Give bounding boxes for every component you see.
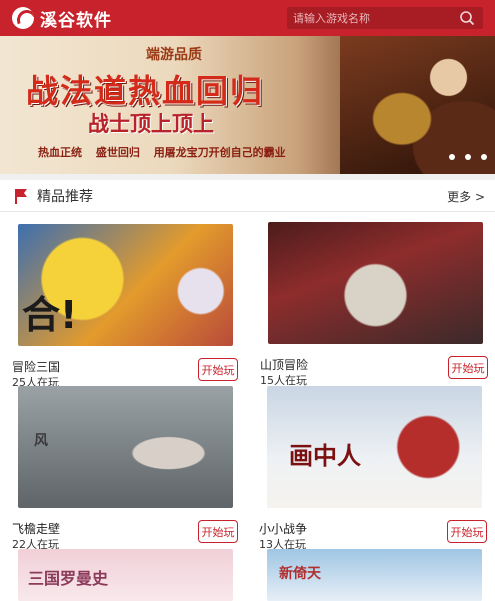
game-thumbnail[interactable] [268,222,483,344]
logo-icon [12,7,34,29]
banner-tag: 盛世回归 [95,146,140,159]
banner-subtitle: 战士顶上顶上 [88,112,214,136]
brand-name: 溪谷软件 [40,10,112,31]
thumbnail-text: 合! [22,293,78,337]
game-thumbnail[interactable]: 画中人 [267,386,482,508]
flag-icon [15,188,27,204]
start-play-button[interactable]: 开始玩 [198,520,238,543]
slide-dot[interactable] [465,154,471,160]
banner-tag: 热血正统 [38,146,82,159]
game-grid: 合! 冒险三国 25人在玩 开始玩 山顶冒险 15人在玩 开始玩 风 飞檐走壁 … [0,212,495,601]
game-name[interactable]: 飞檐走壁 [12,520,60,537]
start-play-button[interactable]: 开始玩 [447,520,487,543]
slide-dot[interactable] [449,154,455,160]
game-card[interactable]: 合! 冒险三国 25人在玩 开始玩 [12,224,238,389]
thumbnail-text: 画中人 [289,442,361,470]
search-icon[interactable] [459,10,475,26]
game-name[interactable]: 山顶冒险 [260,356,308,373]
game-name[interactable]: 小小战争 [259,520,307,537]
banner-title: 战法道热血回归 [26,72,265,110]
thumbnail-text: 三国罗曼史 [28,569,109,588]
game-card[interactable]: 山顶冒险 15人在玩 开始玩 [260,222,488,387]
more-link[interactable]: 更多 > [447,188,485,205]
search-box[interactable] [287,7,483,29]
game-thumbnail[interactable]: 合! [18,224,233,346]
start-play-button[interactable]: 开始玩 [198,358,238,381]
game-thumbnail[interactable]: 新倚天 [267,549,482,601]
game-card[interactable]: 三国罗曼史 [18,549,233,601]
promo-banner[interactable]: 端游品质 战法道热血回归 战士顶上顶上 热血正统 盛世回归 用屠龙宝刀开创自己的… [0,36,495,174]
game-thumbnail[interactable]: 三国罗曼史 [18,549,233,601]
start-play-button[interactable]: 开始玩 [448,356,488,379]
game-name[interactable]: 冒险三国 [12,358,60,375]
game-card[interactable]: 风 飞檐走壁 22人在玩 开始玩 [12,386,238,551]
banner-tags: 热血正统 盛世回归 用屠龙宝刀开创自己的霸业 [38,144,296,160]
slide-dot[interactable] [481,154,487,160]
section-title: 精品推荐 [37,188,93,205]
banner-tag: 用屠龙宝刀开创自己的霸业 [153,146,286,159]
thumbnail-text: 新倚天 [279,566,321,582]
thumbnail-text: 风 [34,433,48,449]
brand-logo[interactable]: 溪谷软件 [12,6,112,31]
search-input[interactable] [293,11,453,25]
game-card[interactable]: 新倚天 [267,549,482,601]
game-card[interactable]: 画中人 小小战争 13人在玩 开始玩 [259,386,487,551]
top-bar: 溪谷软件 [0,0,495,36]
slide-indicator [439,151,495,163]
game-thumbnail[interactable]: 风 [18,386,233,508]
section-header: 精品推荐 更多 > [0,180,495,212]
banner-quality-text: 端游品质 [146,47,202,63]
